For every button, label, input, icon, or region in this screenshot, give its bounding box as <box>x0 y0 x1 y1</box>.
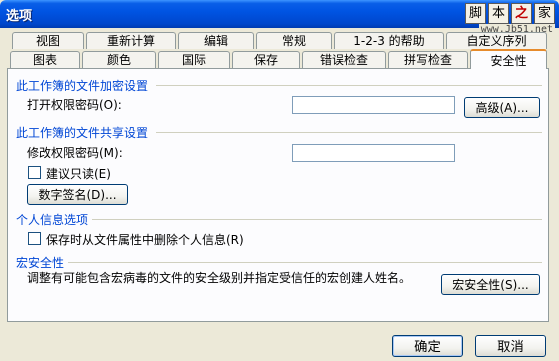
tab-general[interactable]: 常规 <box>256 32 332 49</box>
watermark-logo: 脚 本 之 家 <box>465 3 555 24</box>
encrypt-section-title: 此工作簿的文件加密设置 <box>16 79 149 93</box>
tab-spelling[interactable]: 拼写检查 <box>388 51 468 68</box>
modify-password-label: 修改权限密码(M): <box>27 146 123 160</box>
divider <box>92 219 542 220</box>
title-bar[interactable]: 选项 脚 本 之 家 <box>0 0 559 28</box>
tab-color[interactable]: 颜色 <box>82 51 156 68</box>
sharing-section-title: 此工作簿的文件共享设置 <box>16 126 149 140</box>
watermark-char: 本 <box>488 3 509 24</box>
window-title: 选项 <box>6 9 33 24</box>
ok-button[interactable]: 确定 <box>392 335 463 357</box>
watermark-char: 之 <box>511 3 532 24</box>
tab-chart[interactable]: 图表 <box>10 51 80 68</box>
macro-description: 调整有可能包含宏病毒的文件的安全级别并指定受信任的宏创建人姓名。 <box>27 271 412 285</box>
security-panel: 此工作簿的文件加密设置 打开权限密码(O): 高级(A)... 此工作簿的文件共… <box>7 68 549 322</box>
tab-save[interactable]: 保存 <box>232 51 300 68</box>
digital-signature-button[interactable]: 数字签名(D)... <box>27 184 128 205</box>
tab-123-help[interactable]: 1-2-3 的帮助 <box>334 32 444 49</box>
readonly-label: 建议只读(E) <box>46 167 111 181</box>
open-password-label: 打开权限密码(O): <box>27 98 122 112</box>
watermark-char: 脚 <box>465 3 486 24</box>
macro-security-button[interactable]: 宏安全性(S)... <box>441 274 540 295</box>
tab-security[interactable]: 安全性 <box>470 49 547 69</box>
divider <box>156 132 542 133</box>
divider <box>156 85 542 86</box>
tab-view[interactable]: 视图 <box>12 32 84 49</box>
tab-custom-lists[interactable]: 自定义序列 <box>446 32 547 49</box>
tab-error-checking[interactable]: 错误检查 <box>302 51 386 68</box>
modify-password-input[interactable] <box>292 144 455 162</box>
tab-edit[interactable]: 编辑 <box>178 32 254 49</box>
privacy-section-title: 个人信息选项 <box>16 213 89 227</box>
remove-personal-info-checkbox[interactable] <box>28 232 41 245</box>
remove-personal-info-label: 保存时从文件属性中删除个人信息(R) <box>46 233 244 247</box>
divider <box>68 262 542 263</box>
tab-international[interactable]: 国际 <box>158 51 230 68</box>
advanced-button[interactable]: 高级(A)... <box>464 97 540 118</box>
readonly-checkbox[interactable] <box>28 166 41 179</box>
watermark-char: 家 <box>534 3 555 24</box>
cancel-button[interactable]: 取消 <box>475 335 546 357</box>
tab-recalculate[interactable]: 重新计算 <box>86 32 176 49</box>
open-password-input[interactable] <box>292 96 455 114</box>
